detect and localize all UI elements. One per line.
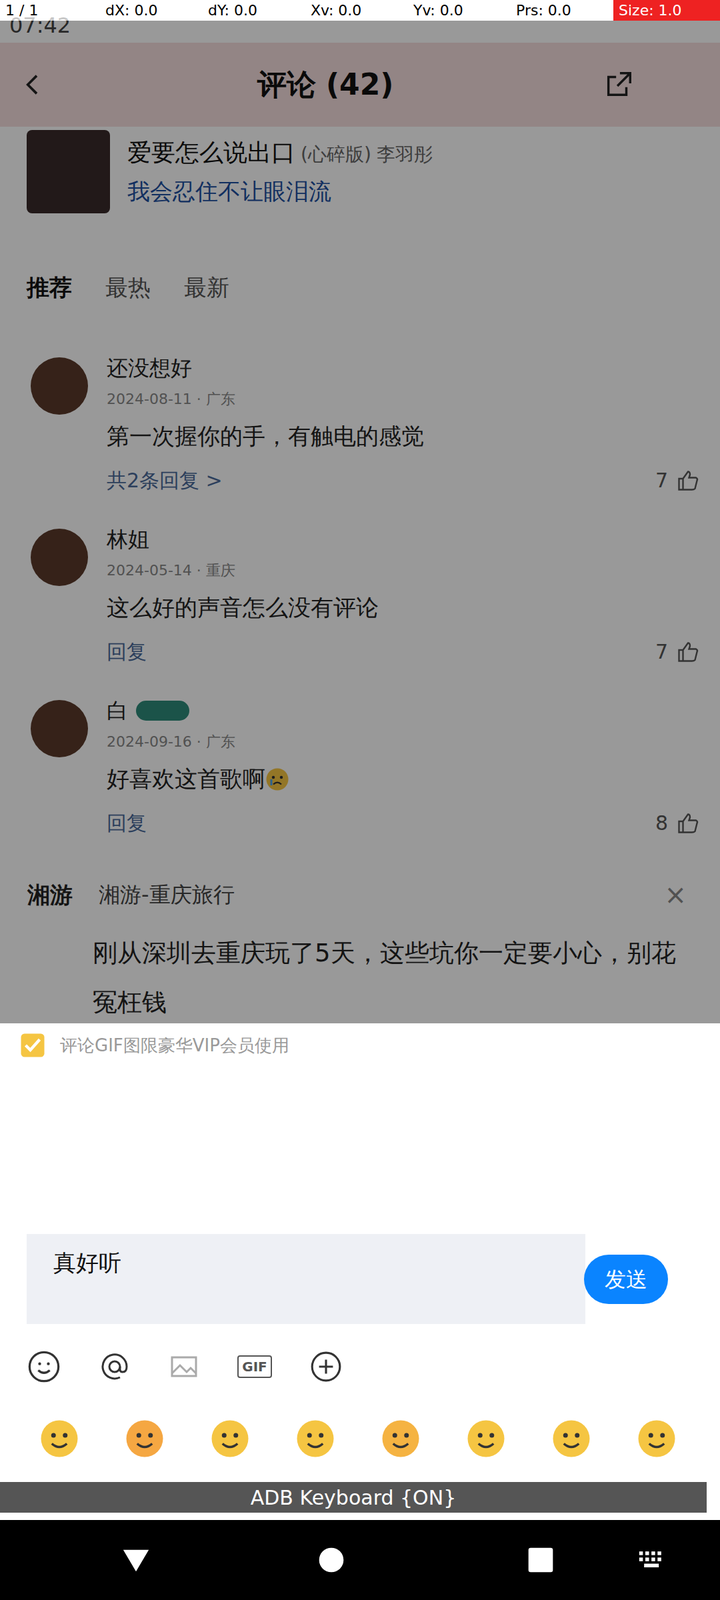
send-button[interactable]: 发送 [584, 1254, 668, 1304]
emoji-icon[interactable] [26, 1349, 62, 1384]
pointer-field: 1 / 1 [0, 0, 100, 21]
gif-sticker[interactable] [12, 1070, 143, 1204]
gif-sticker[interactable] [160, 1070, 291, 1204]
vip-note: 评论GIF图限豪华VIP会员使用 [60, 1032, 290, 1059]
emoji-face-icon[interactable] [295, 1418, 336, 1459]
gif-button[interactable]: GIF [237, 1355, 272, 1378]
input-toolbar: GIF [0, 1341, 720, 1392]
emoji-face-icon[interactable] [124, 1418, 165, 1459]
pointer-field: dX: 0.0 [100, 0, 203, 21]
pointer-field: Xv: 0.0 [305, 0, 408, 21]
comment-input[interactable]: 真好听 [26, 1234, 586, 1324]
emoji-face-icon[interactable] [39, 1418, 80, 1459]
pointer-field: Yv: 0.0 [408, 0, 511, 21]
gif-row [0, 1070, 720, 1204]
emoji-face-icon[interactable] [380, 1418, 421, 1459]
emoji-face-icon[interactable] [210, 1418, 250, 1459]
home-circle-icon[interactable] [318, 1546, 345, 1574]
gif-sticker[interactable] [308, 1070, 439, 1204]
pointer-location-bar: 1 / 1dX: 0.0dY: 0.0Xv: 0.0Yv: 0.0Prs: 0.… [0, 0, 720, 21]
plus-icon[interactable] [309, 1350, 343, 1384]
pointer-field: dY: 0.0 [202, 0, 306, 21]
comment-panel: 评论GIF图限豪华VIP会员使用真好听发送 GIF [0, 1023, 720, 1484]
keyboard-icon[interactable] [638, 1550, 668, 1570]
vip-icon [18, 1031, 47, 1060]
back-triangle-icon[interactable] [120, 1546, 152, 1574]
emoji-face-icon[interactable] [551, 1418, 592, 1459]
emoji-face-icon[interactable] [636, 1418, 677, 1459]
gif-sticker[interactable] [456, 1070, 587, 1204]
dim-overlay[interactable] [0, 20, 720, 1024]
pointer-field: Size: 1.0 [613, 0, 720, 21]
keyboard-bar: ADB Keyboard {ON} [0, 1482, 707, 1513]
emoji-row [0, 1418, 720, 1459]
emoji-face-icon[interactable] [466, 1418, 506, 1459]
gif-sticker[interactable] [604, 1070, 720, 1204]
mention-icon[interactable] [98, 1350, 131, 1383]
pointer-field: Prs: 0.0 [510, 0, 614, 21]
recents-square-icon[interactable] [527, 1546, 554, 1574]
image-icon[interactable] [168, 1350, 200, 1383]
navigation-bar [0, 1520, 720, 1600]
